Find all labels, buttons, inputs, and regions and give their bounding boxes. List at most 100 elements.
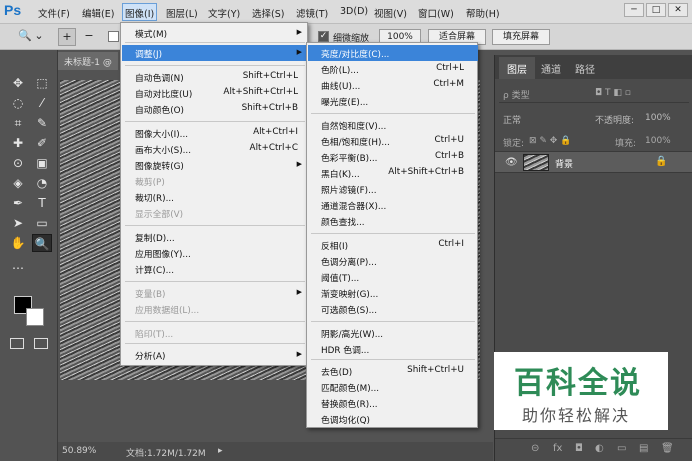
menu-file[interactable]: 文件(F) xyxy=(38,6,70,20)
history-brush-tool-icon[interactable]: ▣ xyxy=(32,154,52,172)
menu-filter[interactable]: 滤镜(T) xyxy=(296,6,328,20)
menu-item-m[interactable]: 匹配颜色(M)... xyxy=(308,379,478,395)
menu-item-hdr[interactable]: HDR 色调... xyxy=(308,341,478,357)
menu-item-i[interactable]: 图像大小(I)... Alt+Ctrl+I xyxy=(122,125,308,141)
status-menu-arrow-icon[interactable]: ▸ xyxy=(218,446,223,456)
menu-item-t[interactable]: 阈值(T)... xyxy=(308,269,478,285)
menu-item-k[interactable]: 黑白(K)... Alt+Shift+Ctrl+B xyxy=(308,165,478,181)
menu-item-label: 反相(I) xyxy=(321,242,349,252)
hand-tool-icon[interactable]: ✋ xyxy=(8,234,28,252)
menu-item-j[interactable]: 调整(J) ▶ xyxy=(122,45,308,61)
pen-tool-icon[interactable]: ✒ xyxy=(8,194,28,212)
adjustment-layer-icon[interactable]: ◐ xyxy=(595,443,604,454)
document-tab[interactable]: 未标题-1 @ xyxy=(58,52,118,70)
layer-row-background[interactable]: 👁 背景 🔒 xyxy=(495,151,692,173)
resize-windows-checkbox[interactable] xyxy=(108,31,119,42)
lasso-tool-icon[interactable]: ◌ xyxy=(8,94,28,112)
fill-input[interactable]: 100% xyxy=(645,136,671,146)
menu-item-h[interactable]: 色相/饱和度(H)... Ctrl+U xyxy=(308,133,478,149)
add-mask-icon[interactable]: ◘ xyxy=(575,443,583,454)
move-tool-icon[interactable]: ✥ xyxy=(8,74,28,92)
menu-select[interactable]: 选择(S) xyxy=(252,6,284,20)
gradient-tool-icon[interactable]: ◔ xyxy=(32,174,52,192)
menu-item-b[interactable]: 色彩平衡(B)... Ctrl+B xyxy=(308,149,478,165)
menu-help[interactable]: 帮助(H) xyxy=(466,6,500,20)
menu-item-q[interactable]: 色调均化(Q) xyxy=(308,411,478,427)
menu-layer[interactable]: 图层(L) xyxy=(166,6,198,20)
menu-type[interactable]: 文字(Y) xyxy=(208,6,240,20)
visibility-eye-icon[interactable]: 👁 xyxy=(505,157,518,168)
healing-tool-icon[interactable]: ✚ xyxy=(8,134,28,152)
menu-item-a[interactable]: 分析(A) ▶ xyxy=(122,347,308,363)
menu-item-y[interactable]: 应用图像(Y)... xyxy=(122,245,308,261)
menu-3d[interactable]: 3D(D) xyxy=(340,6,368,17)
path-select-tool-icon[interactable]: ➤ xyxy=(8,214,28,232)
quick-mask-icon[interactable] xyxy=(10,338,24,349)
menu-item-n[interactable]: 自动色调(N) Shift+Ctrl+L xyxy=(122,69,308,85)
menu-item-d[interactable]: 复制(D)... xyxy=(122,229,308,245)
menu-item-i[interactable]: 反相(I) Ctrl+I xyxy=(308,237,478,253)
tab-channels[interactable]: 通道 xyxy=(541,61,561,76)
more-tools-icon[interactable]: … xyxy=(8,256,28,274)
eyedropper-tool-icon[interactable]: ✎ xyxy=(32,114,52,132)
new-layer-icon[interactable]: ▤ xyxy=(639,443,648,454)
menu-item-l[interactable]: 色阶(L)... Ctrl+L xyxy=(308,61,478,77)
menu-view[interactable]: 视图(V) xyxy=(374,6,407,20)
menu-item-v[interactable]: 自然饱和度(V)... xyxy=(308,117,478,133)
marquee-tool-icon[interactable]: ⬚ xyxy=(32,74,52,92)
menu-item-r[interactable]: 替换颜色(R)... xyxy=(308,395,478,411)
opacity-input[interactable]: 100% xyxy=(645,113,671,123)
close-button[interactable]: ✕ xyxy=(668,3,688,17)
menu-item-item-10[interactable]: 颜色查找... xyxy=(308,213,478,229)
menu-item-c[interactable]: 亮度/对比度(C)... xyxy=(308,45,478,61)
link-layers-icon[interactable]: ⊝ xyxy=(531,443,539,454)
menu-item-g[interactable]: 图像旋转(G) ▶ xyxy=(122,157,308,173)
menu-window[interactable]: 窗口(W) xyxy=(418,6,454,20)
new-group-icon[interactable]: ▭ xyxy=(617,443,626,454)
zoom-out-button[interactable]: − xyxy=(80,28,98,46)
menu-item-s[interactable]: 可选颜色(S)... xyxy=(308,301,478,317)
lock-icons[interactable]: ⊠ ✎ ✥ 🔒 xyxy=(529,136,571,146)
menu-item-x[interactable]: 通道混合器(X)... xyxy=(308,197,478,213)
magic-wand-tool-icon[interactable]: ⁄ xyxy=(32,94,52,112)
menu-item-f[interactable]: 照片滤镜(F)... xyxy=(308,181,478,197)
menu-item-u[interactable]: 曲线(U)... Ctrl+M xyxy=(308,77,478,93)
tab-layers[interactable]: 图层 xyxy=(499,57,535,79)
menu-item-g[interactable]: 渐变映射(G)... xyxy=(308,285,478,301)
eraser-tool-icon[interactable]: ◈ xyxy=(8,174,28,192)
zoom-tool-icon[interactable]: 🔍 xyxy=(16,28,34,46)
shape-tool-icon[interactable]: ▭ xyxy=(32,214,52,232)
zoom-level[interactable]: 50.89% xyxy=(62,446,96,456)
zoom-in-button[interactable]: + xyxy=(58,28,76,46)
blend-mode-select[interactable]: 正常 xyxy=(503,113,521,126)
brush-tool-icon[interactable]: ✐ xyxy=(32,134,52,152)
tab-paths[interactable]: 路径 xyxy=(575,61,595,76)
fill-screen-button[interactable]: 填充屏幕 xyxy=(492,29,550,45)
menu-item-s[interactable]: 画布大小(S)... Alt+Ctrl+C xyxy=(122,141,308,157)
filter-icons[interactable]: ◘ T ◧ ▫ xyxy=(595,88,631,98)
type-tool-icon[interactable]: T xyxy=(32,194,52,212)
fx-icon[interactable]: fx xyxy=(553,443,562,454)
crop-tool-icon[interactable]: ⌗ xyxy=(8,114,28,132)
stamp-tool-icon[interactable]: ⊙ xyxy=(8,154,28,172)
maximize-button[interactable]: □ xyxy=(646,3,666,17)
screen-mode-icon[interactable] xyxy=(34,338,48,349)
fine-zoom-checkbox[interactable]: ✓ xyxy=(318,31,329,42)
background-color-swatch[interactable] xyxy=(26,308,44,326)
menu-item-p[interactable]: 色调分离(P)... xyxy=(308,253,478,269)
menu-image[interactable]: 图像(I) xyxy=(122,3,158,21)
menu-edit[interactable]: 编辑(E) xyxy=(82,6,114,20)
zoom-tool-selected-icon[interactable]: 🔍 xyxy=(32,234,52,252)
menu-item-o[interactable]: 自动颜色(O) Shift+Ctrl+B xyxy=(122,101,308,117)
menu-item-w[interactable]: 阴影/高光(W)... xyxy=(308,325,478,341)
delete-layer-icon[interactable]: 🗑 xyxy=(661,443,674,454)
filter-type-select[interactable]: ρ 类型 xyxy=(503,88,530,101)
menu-item-e[interactable]: 曝光度(E)... xyxy=(308,93,478,109)
menu-item-d[interactable]: 去色(D) Shift+Ctrl+U xyxy=(308,363,478,379)
menu-item-u[interactable]: 自动对比度(U) Alt+Shift+Ctrl+L xyxy=(122,85,308,101)
menu-item-r[interactable]: 裁切(R)... xyxy=(122,189,308,205)
minimize-button[interactable]: ─ xyxy=(624,3,644,17)
menu-item-c[interactable]: 计算(C)... xyxy=(122,261,308,277)
menu-item-m[interactable]: 模式(M) ▶ xyxy=(122,25,308,41)
tool-preset-chevron-icon[interactable]: ⌄ xyxy=(34,28,44,46)
